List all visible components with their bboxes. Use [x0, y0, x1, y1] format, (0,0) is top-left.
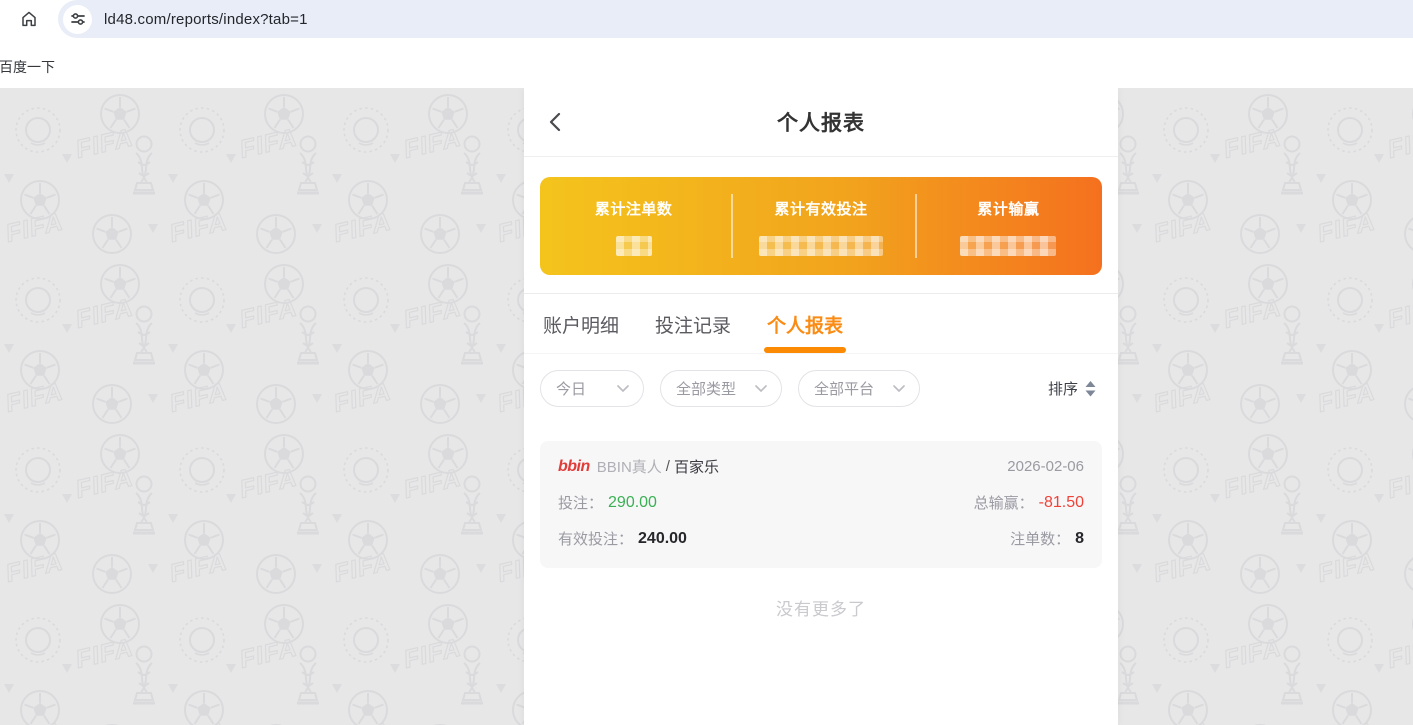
valid-bet-label: 有效投注：: [558, 531, 634, 548]
tab-active-underline: [764, 347, 846, 353]
bet-count-value: 8: [1075, 529, 1084, 547]
page-title: 个人报表: [777, 112, 865, 135]
tab-underline: [652, 347, 734, 353]
tab-label: 个人报表: [766, 316, 843, 337]
bet-label: 投注：: [558, 495, 604, 512]
filter-date-dropdown[interactable]: 今日: [540, 370, 644, 407]
filter-label: 全部平台: [814, 381, 875, 398]
record-header-row: bbin BBIN真人 / 百家乐 2026-02-06: [558, 456, 1084, 477]
stat-total-bets: 累计注单数: [540, 177, 727, 275]
home-button[interactable]: [0, 0, 58, 38]
tab-label: 投注记录: [654, 316, 731, 337]
tab-personal-report[interactable]: 个人报表: [764, 311, 846, 353]
record-amount-row: 投注： 290.00 总输赢： -81.50: [558, 492, 1084, 513]
chevron-down-icon: [893, 384, 905, 392]
filter-label: 今日: [556, 381, 587, 398]
bookmarks-bar: 百度一下: [0, 38, 1413, 88]
provider-name: BBIN真人: [596, 459, 662, 476]
bookmark-baidu[interactable]: 百度一下: [0, 49, 55, 77]
filter-label: 全部类型: [676, 381, 737, 398]
stat-value-masked: [615, 236, 652, 256]
tab-underline: [540, 347, 622, 353]
separator-slash: /: [665, 458, 670, 475]
total-winloss-value: -81.50: [1038, 493, 1084, 511]
stat-divider: [915, 194, 917, 258]
report-panel: 个人报表 累计注单数 累计有效投注 累计输赢 账户明细 投注记录 个人报表 今日…: [524, 88, 1118, 725]
tab-account-details[interactable]: 账户明细: [540, 311, 622, 353]
url-text: ld48.com/reports/index?tab=1: [104, 10, 308, 28]
sort-arrows-icon: [1085, 380, 1096, 396]
filter-type-dropdown[interactable]: 全部类型: [660, 370, 782, 407]
tab-bet-records[interactable]: 投注记录: [652, 311, 734, 353]
back-button[interactable]: [548, 112, 568, 132]
record-date: 2026-02-06: [1007, 458, 1084, 475]
sort-label: 排序: [1047, 381, 1078, 398]
summary-section: 累计注单数 累计有效投注 累计输赢: [524, 157, 1118, 293]
record-card[interactable]: bbin BBIN真人 / 百家乐 2026-02-06 投注： 290.00 …: [540, 441, 1102, 568]
stat-valid-wagers: 累计有效投注: [727, 177, 914, 275]
stat-label: 累计有效投注: [774, 201, 868, 218]
no-more-text: 没有更多了: [524, 568, 1118, 660]
valid-bet-value: 240.00: [638, 529, 687, 547]
stat-win-loss: 累计输赢: [915, 177, 1102, 275]
tab-label: 账户明细: [542, 316, 619, 337]
stat-label: 累计输赢: [977, 201, 1040, 218]
page-background: FIFA 个人: [0, 88, 1413, 725]
bet-value: 290.00: [608, 493, 657, 511]
address-bar[interactable]: ld48.com/reports/index?tab=1: [58, 0, 1413, 38]
back-chevron-icon: [549, 112, 561, 132]
filter-platform-dropdown[interactable]: 全部平台: [798, 370, 920, 407]
filter-bar: 今日 全部类型 全部平台 排序: [524, 354, 1118, 421]
stat-value-masked: [960, 236, 1057, 256]
game-name: 百家乐: [673, 459, 719, 476]
browser-topbar: ld48.com/reports/index?tab=1: [0, 0, 1413, 38]
panel-header: 个人报表: [524, 88, 1118, 157]
sort-button[interactable]: 排序: [1048, 378, 1102, 399]
total-winloss-label: 总输赢：: [973, 495, 1034, 512]
home-icon: [22, 11, 36, 27]
site-controls-button[interactable]: [63, 4, 92, 34]
tab-bar: 账户明细 投注记录 个人报表: [524, 294, 1118, 354]
stat-label: 累计注单数: [594, 201, 673, 218]
stat-divider: [731, 194, 733, 258]
site-controls-icon: [70, 13, 85, 25]
bet-count-label: 注单数：: [1010, 531, 1071, 548]
stat-value-masked: [758, 236, 883, 256]
chevron-down-icon: [617, 384, 629, 392]
bbin-logo: bbin: [558, 457, 590, 475]
record-detail-row: 有效投注： 240.00 注单数： 8: [558, 528, 1084, 549]
chevron-down-icon: [755, 384, 767, 392]
summary-card: 累计注单数 累计有效投注 累计输赢: [540, 177, 1102, 275]
record-list: bbin BBIN真人 / 百家乐 2026-02-06 投注： 290.00 …: [524, 421, 1118, 568]
